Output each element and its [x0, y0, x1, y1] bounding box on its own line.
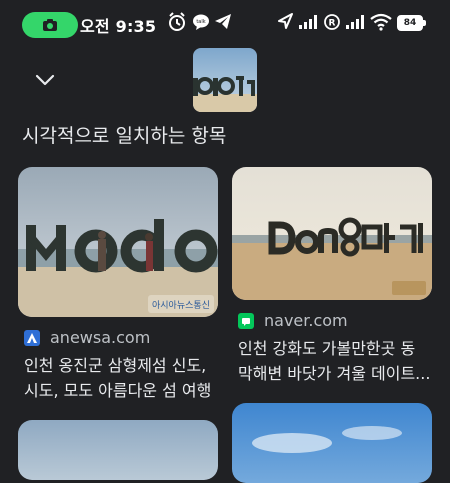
- query-image-thumbnail[interactable]: [193, 48, 257, 112]
- signal-icon: [299, 15, 317, 29]
- section-title: 시각적으로 일치하는 항목: [22, 125, 227, 147]
- wifi-icon: [370, 13, 392, 31]
- alarm-icon: [169, 12, 185, 31]
- telegram-icon: [215, 14, 231, 29]
- battery-icon: 84: [397, 15, 426, 31]
- source-name: anewsa.com: [50, 328, 151, 347]
- result-title-2[interactable]: 인천 강화도 가볼만한곳 동 막해변 바닷가 겨울 데이트...: [238, 336, 434, 386]
- svg-text:R: R: [329, 19, 336, 29]
- result-title-1[interactable]: 인천 옹진군 삼형제섬 신도, 시도, 모도 아름다운 섬 여행: [24, 353, 220, 403]
- anewsa-favicon-icon: [24, 329, 40, 346]
- roaming-icon: R: [324, 14, 340, 30]
- result-image-3[interactable]: [18, 420, 218, 480]
- result-title-line: 인천 강화도 가볼만한곳 동: [238, 339, 416, 358]
- clock: 오전 9:35: [80, 17, 157, 36]
- source-name: naver.com: [264, 311, 348, 330]
- talk-icon: talk: [193, 14, 209, 30]
- screen-record-indicator[interactable]: [22, 12, 78, 38]
- result-title-line: 인천 옹진군 삼형제섬 신도,: [24, 356, 207, 375]
- svg-text:talk: talk: [196, 19, 205, 25]
- result-image-1[interactable]: 아시아뉴스통신: [18, 167, 218, 317]
- chevron-down-icon[interactable]: [33, 68, 57, 92]
- result-title-line: 시도, 모도 아름다운 섬 여행: [24, 381, 212, 400]
- result-image-2[interactable]: [232, 167, 432, 300]
- result-title-line: 막해변 바닷가 겨울 데이트...: [238, 364, 431, 383]
- result-image-4[interactable]: [232, 403, 432, 483]
- result-source-1[interactable]: anewsa.com: [24, 328, 150, 347]
- signal-icon: [346, 15, 364, 29]
- naver-blog-favicon-icon: [238, 312, 254, 329]
- location-icon: [278, 13, 293, 29]
- watermark-text: 아시아뉴스통신: [152, 300, 210, 311]
- result-source-2[interactable]: naver.com: [238, 311, 348, 330]
- camera-icon: [43, 19, 57, 31]
- status-bar: 오전 9:35 talk R 84: [0, 0, 450, 48]
